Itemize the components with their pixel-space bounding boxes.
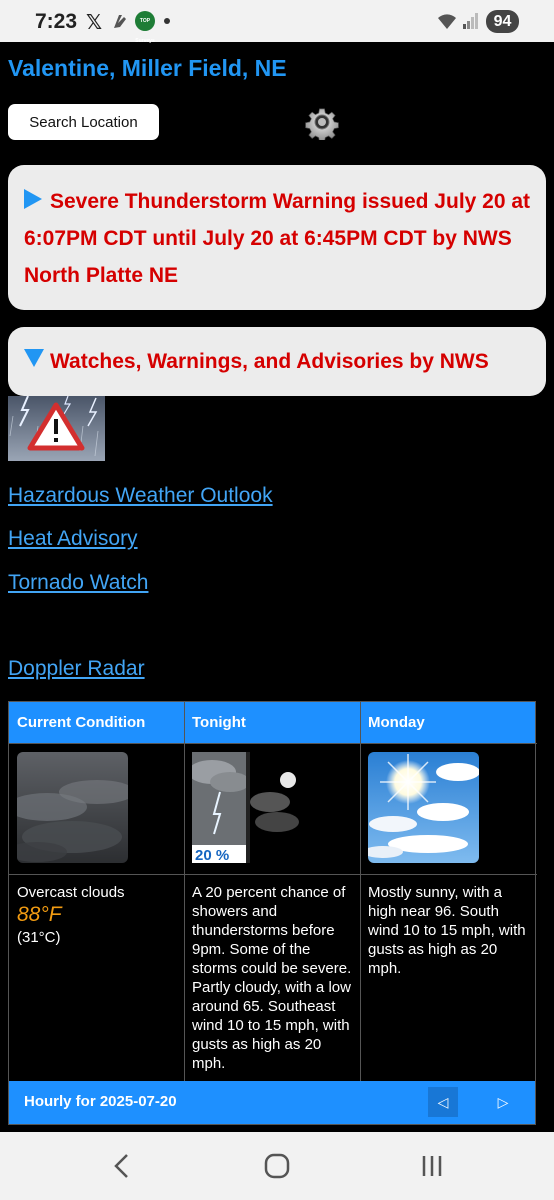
row-divider bbox=[9, 874, 537, 875]
column-divider bbox=[184, 702, 185, 1081]
tonight-header: Tonight bbox=[184, 702, 360, 743]
hourly-title: Hourly for 2025-07-20 bbox=[24, 1093, 177, 1110]
severe-warning-text: Severe Thunderstorm Warning issued July … bbox=[24, 190, 531, 287]
status-bar: 7:23 𝕏 TOP Surveys 94 bbox=[0, 0, 554, 44]
hourly-next-button[interactable]: ▷ bbox=[488, 1087, 518, 1117]
overcast-clouds-image bbox=[17, 752, 128, 863]
doppler-radar-link[interactable]: Doppler Radar bbox=[8, 657, 145, 681]
notification-dot-icon bbox=[164, 18, 170, 24]
x-app-icon: 𝕏 bbox=[86, 12, 103, 34]
forecast-table: Current Condition Tonight Monday 20 % Ov… bbox=[8, 701, 537, 1125]
signal-icon bbox=[463, 13, 478, 29]
current-temp-f: 88°F bbox=[17, 903, 62, 926]
tornado-watch-link[interactable]: Tornado Watch bbox=[8, 571, 148, 595]
mostly-sunny-image bbox=[368, 752, 479, 863]
status-time: 7:23 bbox=[35, 10, 78, 33]
back-icon[interactable] bbox=[112, 1153, 132, 1179]
expand-arrow-icon[interactable] bbox=[24, 189, 42, 209]
location-title: Valentine, Miller Field, NE bbox=[8, 55, 287, 81]
severe-warning-alert[interactable]: Severe Thunderstorm Warning issued July … bbox=[8, 165, 546, 310]
monday-header: Monday bbox=[360, 702, 535, 743]
top-surveys-icon: TOP Surveys bbox=[135, 11, 155, 44]
wifi-icon bbox=[438, 14, 456, 29]
storm-warning-image bbox=[8, 396, 105, 461]
app-notification-icon bbox=[114, 15, 126, 28]
battery-indicator: 94 bbox=[486, 10, 519, 33]
collapse-arrow-icon[interactable] bbox=[24, 349, 44, 367]
recent-apps-icon[interactable] bbox=[420, 1154, 444, 1178]
current-condition-cell: Overcast clouds 88°F (31°C) bbox=[17, 883, 177, 947]
current-condition-text: Overcast clouds bbox=[17, 884, 125, 901]
current-temp-c: (31°C) bbox=[17, 929, 61, 946]
gear-icon[interactable] bbox=[304, 104, 340, 140]
tonight-pop-label: 20 % bbox=[195, 847, 229, 863]
home-icon[interactable] bbox=[264, 1153, 290, 1179]
system-nav-bar bbox=[0, 1132, 554, 1200]
watches-warnings-section[interactable]: Watches, Warnings, and Advisories by NWS bbox=[8, 327, 546, 396]
search-location-button[interactable]: Search Location bbox=[8, 104, 159, 140]
hazardous-weather-outlook-link[interactable]: Hazardous Weather Outlook bbox=[8, 484, 273, 508]
row-divider bbox=[9, 743, 537, 744]
tonight-storm-image: 20 % bbox=[192, 752, 303, 863]
hourly-prev-button[interactable]: ◁ bbox=[428, 1087, 458, 1117]
hourly-bar: Hourly for 2025-07-20 ◁ ▷ bbox=[9, 1081, 535, 1124]
tonight-forecast-text: A 20 percent chance of showers and thund… bbox=[192, 884, 352, 1072]
heat-advisory-link[interactable]: Heat Advisory bbox=[8, 527, 138, 551]
current-condition-header: Current Condition bbox=[9, 702, 184, 743]
watches-warnings-title: Watches, Warnings, and Advisories by NWS bbox=[50, 350, 489, 373]
column-divider bbox=[360, 702, 361, 1081]
monday-forecast-text: Mostly sunny, with a high near 96. South… bbox=[368, 884, 526, 977]
